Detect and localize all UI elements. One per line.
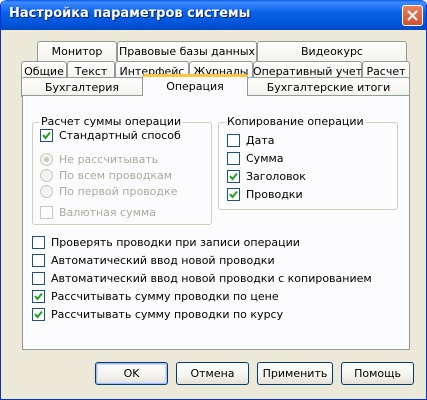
currency-sum-checkbox[interactable]: Валютная сумма	[40, 206, 156, 219]
tab-accounting[interactable]: Бухгалтерия	[21, 77, 143, 97]
auto-new-entry-checkbox[interactable]: Автоматический ввод новой проводки	[32, 254, 275, 267]
checkmark-icon	[42, 131, 51, 140]
tab-video-course[interactable]: Видеокурс	[257, 41, 407, 61]
tab-operation[interactable]: Операция	[142, 74, 248, 96]
radio-circle[interactable]	[40, 185, 53, 198]
checkbox-box[interactable]	[227, 134, 240, 147]
copy-entries-checkbox[interactable]: Проводки	[227, 188, 303, 201]
radio-circle[interactable]	[40, 169, 53, 182]
calc-sum-group: Расчет суммы операции Стандартный способ…	[32, 115, 212, 225]
title-bar[interactable]: Настройка параметров системы	[1, 0, 426, 30]
checkbox-box[interactable]	[32, 308, 45, 321]
close-button[interactable]	[402, 5, 423, 26]
apply-button[interactable]: Применить	[257, 362, 333, 385]
checkmark-icon	[229, 190, 238, 199]
checkbox-box[interactable]	[32, 272, 45, 285]
close-icon	[407, 10, 418, 21]
calc-sum-group-title: Расчет суммы операции	[39, 115, 184, 128]
window-title: Настройка параметров системы	[9, 6, 251, 21]
checkbox-box[interactable]	[40, 206, 53, 219]
tab-legal-databases[interactable]: Правовые базы данных	[117, 41, 257, 61]
checkmark-icon	[229, 172, 238, 181]
checkbox-box[interactable]	[32, 236, 45, 249]
calc-by-rate-checkbox[interactable]: Рассчитывать сумму проводки по курсу	[32, 308, 283, 321]
settings-dialog: Настройка параметров системы Монитор Пра…	[0, 0, 427, 400]
radio-all-entries[interactable]: По всем проводкам	[40, 169, 172, 182]
ok-button[interactable]: OK	[95, 362, 168, 385]
radio-not-calculate[interactable]: Не рассчитывать	[40, 153, 158, 166]
radio-circle[interactable]	[40, 153, 53, 166]
checkmark-icon	[34, 310, 43, 319]
tab-monitor[interactable]: Монитор	[37, 41, 117, 61]
copy-sum-checkbox[interactable]: Сумма	[227, 152, 284, 165]
checkbox-box[interactable]	[40, 129, 53, 142]
checkbox-box[interactable]	[227, 170, 240, 183]
copy-operation-group: Копирование операции Дата Сумма Заголово…	[218, 115, 398, 210]
standard-method-checkbox[interactable]: Стандартный способ	[40, 129, 181, 142]
copy-header-checkbox[interactable]: Заголовок	[227, 170, 306, 183]
calc-by-price-checkbox[interactable]: Рассчитывать сумму проводки по цене	[32, 290, 279, 303]
tab-accounting-totals[interactable]: Бухгалтерские итоги	[247, 77, 410, 97]
checkbox-box[interactable]	[32, 254, 45, 267]
help-button[interactable]: Помощь	[341, 362, 414, 385]
checkmark-icon	[34, 292, 43, 301]
auto-new-entry-copy-checkbox[interactable]: Автоматический ввод новой проводки с коп…	[32, 272, 372, 285]
copy-date-checkbox[interactable]: Дата	[227, 134, 274, 147]
copy-operation-group-title: Копирование операции	[225, 115, 366, 128]
checkbox-box[interactable]	[227, 152, 240, 165]
checkbox-box[interactable]	[227, 188, 240, 201]
cancel-button[interactable]: Отмена	[176, 362, 249, 385]
radio-first-entry[interactable]: По первой проводке	[40, 185, 177, 198]
tab-panel-operation: Расчет суммы операции Стандартный способ…	[22, 95, 410, 350]
checkbox-box[interactable]	[32, 290, 45, 303]
check-entries-on-save-checkbox[interactable]: Проверять проводки при записи операции	[32, 236, 300, 249]
radio-dot	[44, 157, 49, 162]
